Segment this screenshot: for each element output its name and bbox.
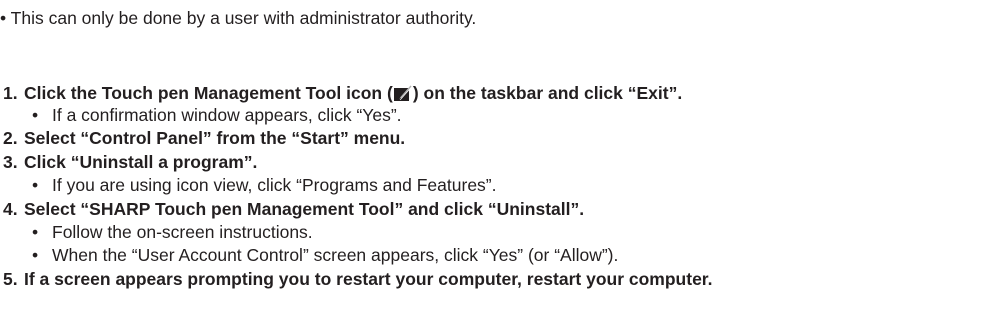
touch-pen-management-tool-icon [393,82,413,102]
step-5-number: 5. [3,269,18,289]
bullet: • [32,175,39,195]
administrator-note: • This can only be done by a user with a… [0,8,477,28]
step-4: 4. Select “SHARP Touch pen Management Too… [3,198,584,220]
step-5-text: If a screen appears prompting you to res… [24,269,713,289]
step-2: 2. Select “Control Panel” from the “Start… [3,127,405,149]
step-1-note-1-text: If a confirmation window appears, click … [52,105,402,125]
bullet: • [32,222,39,242]
step-2-number: 2. [3,128,18,148]
step-4-note-2: • When the “User Account Control” screen … [32,244,618,266]
step-1-note-1: • If a confirmation window appears, click… [32,104,402,126]
step-1-text-after-icon: ) on the taskbar and click “Exit”. [412,83,683,103]
step-4-text: Select “SHARP Touch pen Management Tool”… [24,199,585,219]
bullet: • [32,105,39,125]
step-4-number: 4. [3,199,18,219]
step-4-note-1-text: Follow the on-screen instructions. [52,222,313,242]
step-1-number: 1. [3,83,18,103]
step-3-number: 3. [3,152,18,172]
step-4-note-1: • Follow the on-screen instructions. [32,221,313,243]
step-4-note-2-text: When the “User Account Control” screen a… [52,245,619,265]
step-1: 1. Click the Touch pen Management Tool ic… [3,82,682,104]
step-3-note-1-text: If you are using icon view, click “Progr… [52,175,497,195]
step-3: 3. Click “Uninstall a program”. [3,151,257,173]
step-1-text-before-icon: Click the Touch pen Management Tool icon… [24,83,393,103]
bullet: • [32,245,39,265]
step-2-text: Select “Control Panel” from the “Start” … [24,128,406,148]
instructions-document: • This can only be done by a user with a… [0,0,982,329]
step-3-note-1: • If you are using icon view, click “Prog… [32,174,497,196]
step-3-text: Click “Uninstall a program”. [24,152,258,172]
step-5: 5. If a screen appears prompting you to r… [3,268,713,290]
